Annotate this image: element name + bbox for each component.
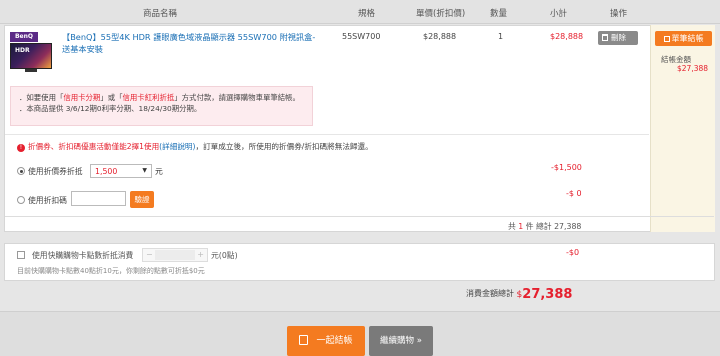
bag-icon xyxy=(663,36,670,42)
item-count: 1 xyxy=(518,222,524,231)
minus-button[interactable]: − xyxy=(146,250,153,259)
credit-bonus-link: 信用卡紅利折抵 xyxy=(122,93,175,102)
coupon-radio[interactable] xyxy=(17,167,25,175)
hdr-text: HDR xyxy=(15,47,30,54)
alert-icon: ! xyxy=(17,144,25,152)
header-quantity: 數量 xyxy=(490,9,508,19)
product-subtotal: $28,888 xyxy=(550,32,584,41)
brand-logo: BenQ xyxy=(10,32,38,42)
header-unit-price: 單價(折扣價) xyxy=(416,9,466,19)
checkout-amount: $27,388 xyxy=(677,64,709,73)
cart-table-header: 商品名稱 規格 單價(折扣價) 數量 小計 操作 xyxy=(0,0,720,24)
summary-total: 27,388 xyxy=(554,222,582,231)
single-checkout-button[interactable]: 單筆結帳 xyxy=(655,31,712,46)
product-name-link[interactable]: 【BenQ】55型4K HDR 護眼廣色域液晶顯示器 55SW700 附視訊盒-… xyxy=(62,31,322,55)
order-summary-line: 共 1 件 總計 27,388 xyxy=(508,221,581,232)
credit-installment-link: 信用卡分期 xyxy=(63,93,101,102)
product-spec: 55SW700 xyxy=(342,32,381,41)
header-action: 操作 xyxy=(610,9,628,19)
checkout-all-button[interactable]: 一起結帳 xyxy=(287,326,365,356)
points-note: 目前快購購物卡點數40點折10元，你剩餘的點數可折抵$0元 xyxy=(17,267,205,275)
discount-code-input[interactable] xyxy=(71,191,126,206)
points-amount: -$0 xyxy=(566,248,580,257)
points-stepper[interactable]: − + xyxy=(142,248,208,262)
bag-icon xyxy=(299,335,309,345)
grand-total-label: 消費金額總計 xyxy=(466,289,514,298)
divider xyxy=(5,216,714,217)
coupon-label: 使用折價券折抵 xyxy=(28,167,83,176)
continue-shopping-button[interactable]: 繼續購物 » xyxy=(369,326,433,356)
product-unit-price: $28,888 xyxy=(423,32,457,41)
product-thumbnail[interactable]: BenQ HDR xyxy=(9,31,53,75)
delete-label: 刪除 xyxy=(611,33,626,42)
verify-button[interactable]: 驗證 xyxy=(130,191,154,208)
warning-rest-text: ，訂單成立後，所使用的折價券/折扣碼將無法歸還。 xyxy=(195,142,373,151)
tv-screen: HDR xyxy=(10,43,52,69)
notice-text: ．如要使用「 xyxy=(19,93,64,102)
checkout-all-label: 一起結帳 xyxy=(316,336,353,346)
tv-stand xyxy=(25,69,37,72)
trash-icon xyxy=(602,34,608,41)
grand-total: 消費金額總計 $27,388 xyxy=(466,287,572,302)
coupon-select-value: 1,500 xyxy=(95,167,118,176)
notice-line-1: ．如要使用「信用卡分期」或「信用卡紅利折抵」方式付款，請選擇購物車單筆結帳。 xyxy=(19,92,304,103)
points-input[interactable] xyxy=(155,250,195,260)
warning-red-text: 折價券、折扣碼優惠活動僅能2擇1使用 xyxy=(28,142,160,151)
discount-code-label: 使用折扣碼 xyxy=(28,196,67,205)
single-checkout-label: 單筆結帳 xyxy=(671,34,704,43)
notice-text: 」方式付款，請選擇購物車單筆結帳。 xyxy=(174,93,300,102)
notice-text: 」或「 xyxy=(100,93,123,102)
header-product-name: 商品名稱 xyxy=(143,9,178,19)
code-discount-amount: -$ 0 xyxy=(566,189,582,198)
coupon-discount-amount: -$1,500 xyxy=(551,163,582,172)
installment-notice: ．如要使用「信用卡分期」或「信用卡紅利折抵」方式付款，請選擇購物車單筆結帳。 ．… xyxy=(10,86,313,126)
product-quantity: 1 xyxy=(498,32,504,41)
points-unit: 元(0點) xyxy=(211,251,238,260)
summary-pre: 共 xyxy=(508,222,516,231)
details-link[interactable]: (詳細說明) xyxy=(159,142,195,151)
grand-total-amount: 27,388 xyxy=(522,287,573,302)
chevron-down-icon: ▼ xyxy=(142,167,147,174)
points-checkbox[interactable] xyxy=(17,251,25,259)
coupon-unit: 元 xyxy=(155,167,163,176)
points-label: 使用快購購物卡點數折抵消費 xyxy=(32,251,134,260)
discount-warning: ! 折價券、折扣碼優惠活動僅能2擇1使用(詳細說明)，訂單成立後，所使用的折價券/… xyxy=(17,141,373,152)
delete-button[interactable]: 刪除 xyxy=(598,31,638,45)
header-spec: 規格 xyxy=(358,9,376,19)
divider xyxy=(5,134,649,135)
notice-line-2: ．本商品提供 3/6/12期0利率分期、18/24/30期分期。 xyxy=(19,104,202,113)
coupon-select[interactable]: 1,500 ▼ xyxy=(90,164,152,178)
discount-code-radio[interactable] xyxy=(17,196,25,204)
header-subtotal: 小計 xyxy=(550,9,568,19)
plus-button[interactable]: + xyxy=(197,250,204,259)
summary-mid: 件 總計 xyxy=(525,222,552,231)
